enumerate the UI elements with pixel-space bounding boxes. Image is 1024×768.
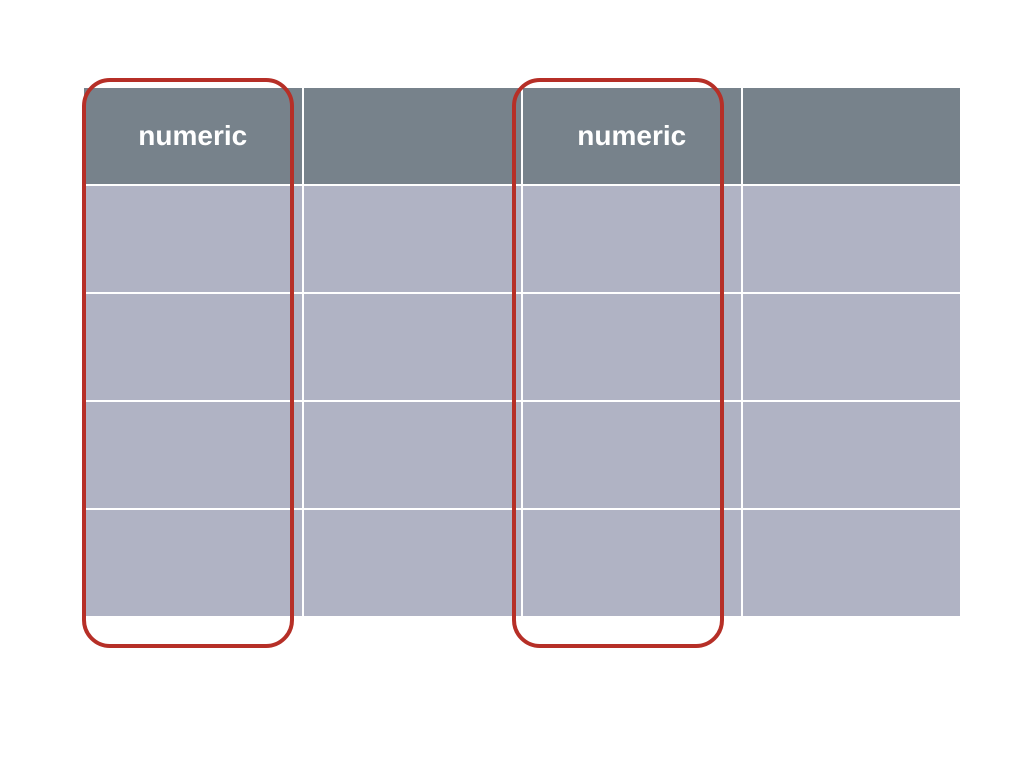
data-table: numeric numeric [84, 88, 960, 616]
table-cell [523, 402, 741, 508]
table-cell [84, 510, 302, 616]
table-cell [84, 294, 302, 400]
table-cell [523, 510, 741, 616]
table-cell [743, 294, 961, 400]
table-cell [84, 402, 302, 508]
table-cell [523, 294, 741, 400]
table-cell [304, 294, 522, 400]
table-cell [84, 186, 302, 292]
table-cell [304, 186, 522, 292]
column-header-2: numeric [523, 88, 741, 184]
column-header-0: numeric [84, 88, 302, 184]
table-cell [304, 510, 522, 616]
column-header-1 [304, 88, 522, 184]
table-cell [743, 402, 961, 508]
table-cell [743, 510, 961, 616]
table-cell [304, 402, 522, 508]
table-grid: numeric numeric [84, 88, 960, 616]
column-header-3 [743, 88, 961, 184]
table-cell [523, 186, 741, 292]
table-cell [743, 186, 961, 292]
